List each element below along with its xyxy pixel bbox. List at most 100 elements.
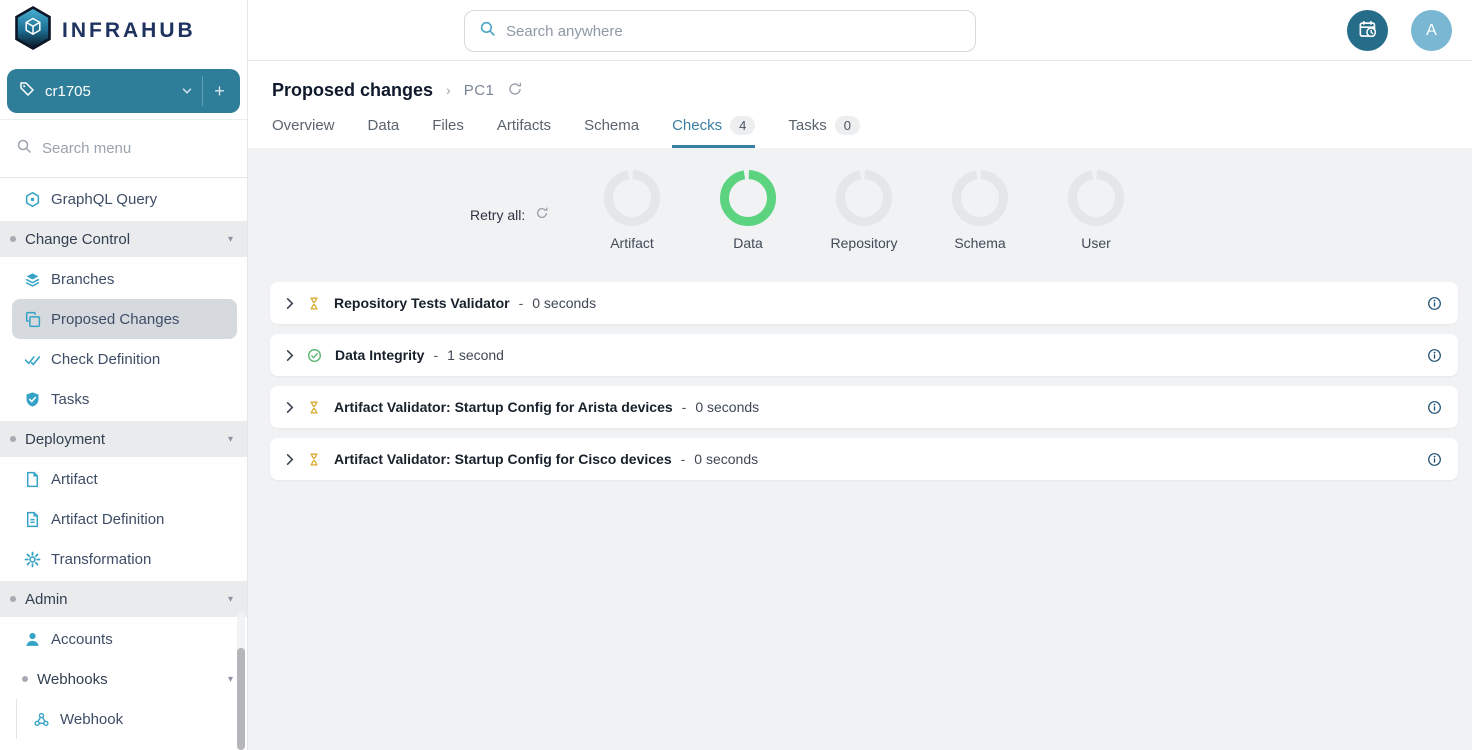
topbar: A (248, 0, 1472, 61)
breadcrumb-chevron-icon: › (446, 82, 451, 98)
sidebar-item-check-definition[interactable]: Check Definition (12, 339, 237, 379)
section-bullet-icon (10, 596, 16, 602)
section-collapse-icon[interactable]: ▾ (228, 594, 233, 605)
ring-repository[interactable]: Repository (806, 170, 922, 251)
breadcrumb: Proposed changes › PC1 (272, 77, 1472, 103)
validator-title: Repository Tests Validator (334, 295, 510, 311)
section-bullet-icon (22, 676, 28, 682)
sidebar-search[interactable] (0, 119, 247, 178)
sidebar-item-label: Branches (51, 271, 114, 288)
retry-all-label: Retry all: (470, 207, 525, 223)
sidebar-item-label: GraphQL Query (51, 191, 157, 208)
avatar-initial: A (1426, 22, 1437, 40)
calendar-clock-icon (1358, 19, 1378, 42)
branch-chevron-down-icon[interactable] (172, 76, 202, 106)
sidebar-item-webhook[interactable]: Webhook (16, 699, 247, 739)
section-collapse-icon[interactable]: ▾ (228, 674, 233, 685)
sidebar-item-branches[interactable]: Branches (12, 259, 237, 299)
refresh-icon (507, 81, 523, 100)
sidebar-item-artifact[interactable]: Artifact (12, 459, 237, 499)
info-icon[interactable] (1427, 452, 1442, 467)
check-category-rings: Artifact Data Repository Schema (270, 170, 1458, 251)
sidebar-item-label: Proposed Changes (51, 311, 179, 328)
tab-checks[interactable]: Checks 4 (672, 116, 755, 148)
section-label: Deployment (25, 431, 105, 448)
info-icon[interactable] (1427, 348, 1442, 363)
global-search[interactable] (464, 10, 976, 52)
tab-data[interactable]: Data (368, 116, 400, 148)
sidebar-search-input[interactable] (42, 140, 212, 157)
expand-chevron-right-icon[interactable] (282, 348, 297, 363)
avatar[interactable]: A (1411, 10, 1452, 51)
tab-schema[interactable]: Schema (584, 116, 639, 148)
info-icon[interactable] (1427, 400, 1442, 415)
expand-chevron-right-icon[interactable] (282, 296, 297, 311)
section-collapse-icon[interactable]: ▾ (228, 234, 233, 245)
separator-dash: - (519, 295, 524, 311)
ring-artifact[interactable]: Artifact (574, 170, 690, 251)
refresh-icon (535, 206, 549, 223)
sidebar-section-deployment[interactable]: Deployment ▾ (0, 421, 247, 457)
sidebar-item-label: Check Definition (51, 351, 160, 368)
sidebar-item-graphql-query[interactable]: GraphQL Query (12, 179, 237, 219)
hourglass-pending-icon (307, 296, 321, 311)
global-search-input[interactable] (506, 23, 961, 40)
info-icon[interactable] (1427, 296, 1442, 311)
validator-row[interactable]: Data Integrity - 1 second (270, 334, 1458, 376)
sidebar-item-accounts[interactable]: Accounts (12, 619, 237, 659)
progress-ring-icon (604, 170, 660, 226)
sidebar-item-transformation[interactable]: Transformation (12, 539, 237, 579)
add-branch-button[interactable]: + (202, 76, 236, 106)
graphql-icon (24, 191, 41, 208)
sidebar-section-admin[interactable]: Admin ▾ (0, 581, 247, 617)
sidebar-section-change-control[interactable]: Change Control ▾ (0, 221, 247, 257)
section-label: Webhooks (37, 671, 108, 688)
progress-ring-icon (952, 170, 1008, 226)
tab-tasks[interactable]: Tasks 0 (788, 116, 860, 148)
ring-data[interactable]: Data (690, 170, 806, 251)
sidebar-scrollbar-thumb[interactable] (237, 648, 245, 750)
progress-ring-icon (836, 170, 892, 226)
ring-user[interactable]: User (1038, 170, 1154, 251)
tab-overview[interactable]: Overview (272, 116, 335, 148)
brand-wordmark: INFRAHUB (62, 19, 196, 43)
expand-chevron-right-icon[interactable] (282, 452, 297, 467)
tab-bar: Overview Data Files Artifacts Schema Che… (272, 116, 1472, 148)
checks-panel: Retry all: Artifact Data (248, 148, 1472, 750)
retry-all-button[interactable] (535, 206, 549, 223)
sidebar: INFRAHUB cr1705 + GraphQL Query (0, 0, 248, 750)
search-icon (16, 138, 32, 159)
validator-title: Artifact Validator: Startup Config for A… (334, 399, 673, 415)
expand-chevron-right-icon[interactable] (282, 400, 297, 415)
tab-artifacts[interactable]: Artifacts (497, 116, 551, 148)
validator-duration: 0 seconds (532, 295, 596, 311)
section-label: Change Control (25, 231, 130, 248)
validator-row[interactable]: Artifact Validator: Startup Config for A… (270, 386, 1458, 428)
validator-duration: 1 second (447, 347, 504, 363)
ring-schema[interactable]: Schema (922, 170, 1038, 251)
sidebar-item-label: Tasks (51, 391, 89, 408)
page-header: Proposed changes › PC1 Overview Data Fil… (248, 61, 1472, 148)
branch-selector[interactable]: cr1705 + (7, 69, 240, 113)
tab-files[interactable]: Files (432, 116, 464, 148)
hourglass-pending-icon (307, 452, 321, 467)
sidebar-subsection-webhooks[interactable]: Webhooks ▾ (0, 661, 247, 697)
validator-row[interactable]: Repository Tests Validator - 0 seconds (270, 282, 1458, 324)
breadcrumb-item[interactable]: PC1 (464, 82, 495, 99)
sidebar-item-tasks[interactable]: Tasks (12, 379, 237, 419)
check-circle-success-icon (307, 348, 322, 363)
infrahub-hexagon-icon (13, 6, 53, 55)
separator-dash: - (681, 451, 686, 467)
branch-name: cr1705 (45, 83, 172, 100)
validator-row[interactable]: Artifact Validator: Startup Config for C… (270, 438, 1458, 480)
validator-duration: 0 seconds (695, 399, 759, 415)
refresh-button[interactable] (507, 81, 523, 100)
sidebar-item-artifact-definition[interactable]: Artifact Definition (12, 499, 237, 539)
retry-row: Retry all: Artifact Data (270, 170, 1458, 274)
app-window: INFRAHUB cr1705 + GraphQL Query (0, 0, 1472, 750)
sidebar-item-proposed-changes[interactable]: Proposed Changes (12, 299, 237, 339)
section-collapse-icon[interactable]: ▾ (228, 434, 233, 445)
validator-duration: 0 seconds (694, 451, 758, 467)
time-travel-button[interactable] (1347, 10, 1388, 51)
brand-logo[interactable]: INFRAHUB (0, 0, 247, 61)
